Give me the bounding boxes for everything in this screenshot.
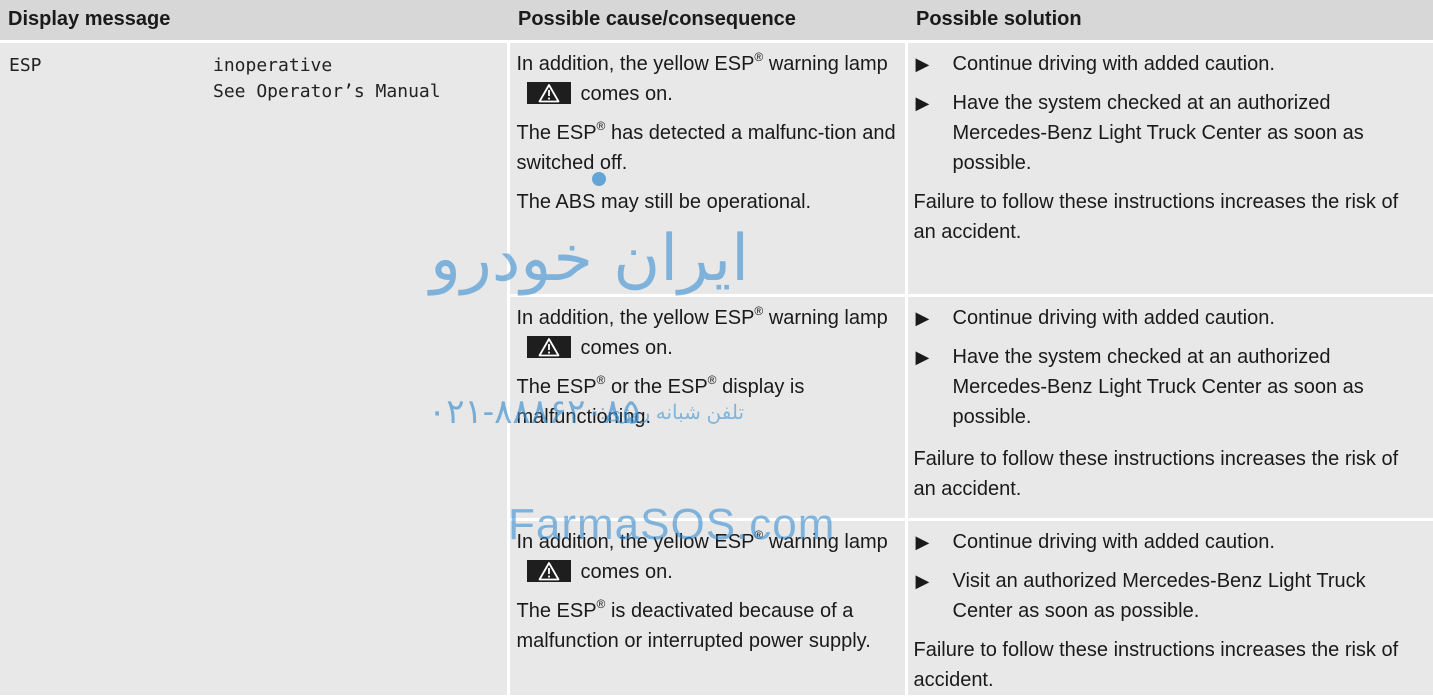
- solution-cell: ▶ Continue driving with added caution. ▶ H…: [906, 293, 1433, 519]
- message-code: ESP: [9, 54, 42, 76]
- bullet-arrow-icon: ▶: [915, 346, 930, 367]
- solution-step: ▶ Have the system checked at an authorize…: [914, 88, 1424, 178]
- bullet-arrow-icon: ▶: [915, 570, 930, 591]
- bullet-arrow-icon: ▶: [915, 531, 930, 552]
- cause-lamp-paragraph: In addition, the yellow ESP® warning lam…: [516, 527, 888, 583]
- cause-paragraph: The ESP® has detected a malfunc-tion and…: [516, 118, 896, 174]
- cause-paragraph: The ESP® or the ESP® display is malfunct…: [516, 372, 805, 428]
- bullet-arrow-icon: ▶: [915, 92, 930, 113]
- solution-step: ▶ Visit an authorized Mercedes-Benz Light…: [914, 566, 1424, 626]
- solution-step: ▶ Continue driving with added caution.: [914, 49, 1424, 79]
- bullet-arrow-icon: ▶: [915, 307, 930, 328]
- risk-warning: Failure to follow these instructions inc…: [913, 638, 1399, 691]
- cause-cell: In addition, the yellow ESP® warning lam…: [508, 517, 908, 695]
- message-text: inoperative See Operator’s Manual: [213, 53, 441, 105]
- warning-lamp-icon: [526, 81, 571, 104]
- malfunction-table: Display message Possible cause/consequen…: [0, 0, 1433, 695]
- warning-lamp-icon: [526, 335, 571, 358]
- cause-paragraph: The ABS may still be operational.: [516, 190, 812, 213]
- header-solution: Possible solution: [906, 0, 1433, 43]
- cause-lamp-paragraph: In addition, the yellow ESP® warning lam…: [516, 303, 888, 359]
- header-cause: Possible cause/consequence: [508, 0, 906, 43]
- solution-cell: ▶ Continue driving with added caution. ▶ V…: [906, 517, 1433, 695]
- solution-step: ▶ Continue driving with added caution.: [914, 303, 1424, 333]
- display-message-cell: ESP inoperative See Operator’s Manual: [0, 41, 510, 695]
- solution-cell: ▶ Continue driving with added caution. ▶ H…: [906, 41, 1433, 295]
- solution-step: ▶ Continue driving with added caution.: [914, 527, 1424, 557]
- risk-warning: Failure to follow these instructions inc…: [913, 190, 1399, 243]
- cause-paragraph: The ESP® is deactivated because of a mal…: [516, 596, 871, 652]
- header-display-message: Display message: [0, 0, 508, 43]
- cause-lamp-paragraph: In addition, the yellow ESP® warning lam…: [516, 49, 888, 105]
- message-line-2: See Operator’s Manual: [213, 80, 441, 102]
- table-header-row: Display message Possible cause/consequen…: [0, 0, 1433, 43]
- risk-warning: Failure to follow these instructions inc…: [913, 447, 1399, 500]
- warning-lamp-icon: [526, 559, 571, 582]
- cause-cell: In addition, the yellow ESP® warning lam…: [508, 293, 908, 519]
- cause-cell: In addition, the yellow ESP® warning lam…: [508, 41, 908, 295]
- table-row: ESP inoperative See Operator’s Manual In…: [0, 41, 1433, 695]
- message-line-1: inoperative: [213, 54, 333, 76]
- bullet-arrow-icon: ▶: [915, 53, 930, 74]
- solution-step: ▶ Have the system checked at an authorize…: [914, 342, 1424, 432]
